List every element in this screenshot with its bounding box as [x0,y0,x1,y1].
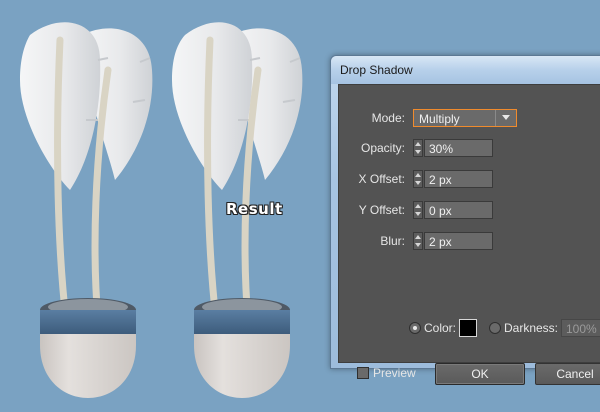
result-label: Result [226,200,283,218]
arrow-up-icon [415,204,421,208]
mode-value: Multiply [419,112,460,126]
mode-select[interactable]: Multiply [413,109,517,127]
drop-shadow-dialog: Drop Shadow Mode: Multiply Opacity: 30% … [330,55,600,385]
shadow-color-swatch[interactable] [459,319,477,337]
dialog-titlebar[interactable]: Drop Shadow [331,56,600,84]
y-offset-stepper[interactable] [413,201,423,219]
mode-label: Mode: [371,111,405,125]
x-offset-field[interactable]: 2 px [424,170,493,188]
arrow-down-icon [415,212,421,216]
opacity-label: Opacity: [360,141,405,155]
darkness-radio[interactable] [489,322,501,334]
original-feather-plant [20,22,153,398]
opacity-stepper[interactable] [413,139,423,157]
mode-dropdown-button[interactable] [495,110,516,126]
blur-stepper[interactable] [413,232,423,250]
darkness-field[interactable]: 100% [561,319,600,337]
y-offset-field[interactable]: 0 px [424,201,493,219]
arrow-up-icon [415,235,421,239]
opacity-field[interactable]: 30% [424,139,493,157]
x-offset-stepper[interactable] [413,170,423,188]
color-label: Color: [424,321,457,335]
dialog-content: Mode: Multiply Opacity: 30% X Offset: 2 … [338,84,600,385]
cancel-button[interactable]: Cancel [535,363,600,385]
dialog-title: Drop Shadow [340,63,413,77]
blur-label: Blur: [380,234,405,248]
chevron-down-icon [502,115,510,120]
arrow-down-icon [415,181,421,185]
preview-label: Preview [373,366,416,380]
color-radio[interactable] [409,322,421,334]
blur-field[interactable]: 2 px [424,232,493,250]
arrow-up-icon [415,142,421,146]
ok-button[interactable]: OK [435,363,525,385]
darkness-label: Darkness: [504,321,559,335]
x-offset-label: X Offset: [358,172,405,186]
y-offset-label: Y Offset: [358,203,405,217]
arrow-down-icon [415,150,421,154]
arrow-up-icon [415,173,421,177]
arrow-down-icon [415,243,421,247]
preview-checkbox[interactable] [357,367,369,379]
